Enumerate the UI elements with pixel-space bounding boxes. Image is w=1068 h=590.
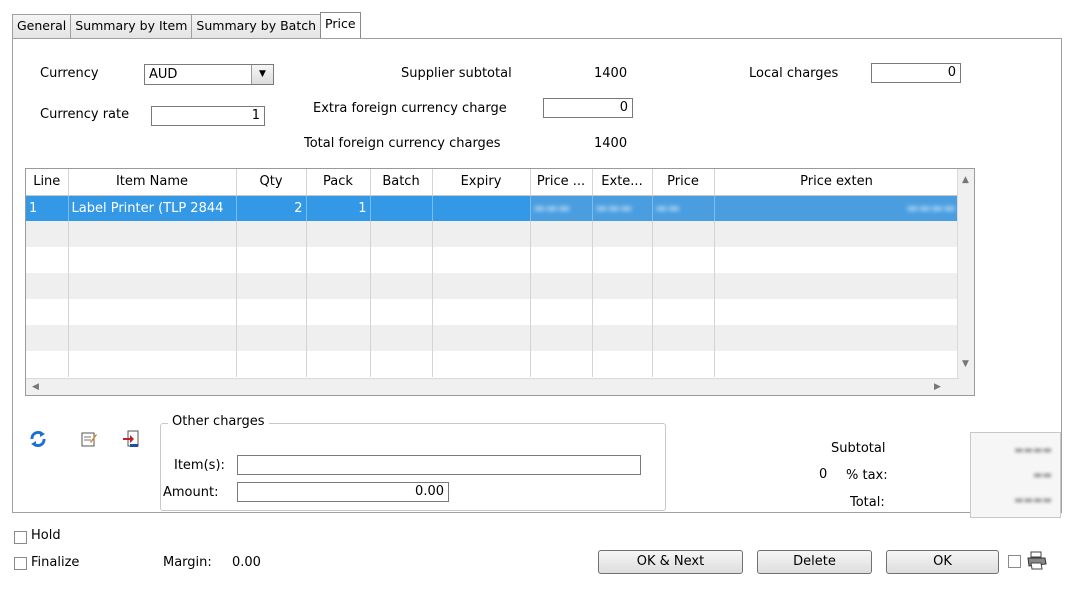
lines-table: Line Item Name Qty Pack Batch Expiry Pri…: [26, 169, 960, 377]
cell-line: 1: [26, 195, 69, 221]
cell-pack: 1: [306, 195, 371, 221]
cell-item-name: Label Printer (TLP 2844: [68, 195, 237, 221]
cell-price-redacted: ▬▬: [652, 195, 715, 221]
margin-value: 0.00: [232, 555, 261, 570]
cell-price-foreign-redacted: ▬▬▬: [530, 195, 593, 221]
supplier-subtotal-value: 1400: [594, 66, 628, 81]
tax-label: % tax:: [846, 468, 888, 483]
extra-charge-field[interactable]: 0: [543, 98, 633, 118]
cell-extension-foreign-redacted: ▬▬▬: [592, 195, 653, 221]
refresh-icon[interactable]: [27, 428, 49, 454]
total-label: Total:: [850, 495, 885, 510]
tab-summary-by-batch[interactable]: Summary by Batch: [191, 14, 322, 38]
tab-price[interactable]: Price: [320, 12, 361, 38]
table-row[interactable]: 1 Label Printer (TLP 2844 2 1 ▬▬▬ ▬▬▬ ▬▬…: [26, 195, 960, 221]
col-pack[interactable]: Pack: [306, 169, 371, 196]
cell-qty: 2: [236, 195, 307, 221]
items-label: Item(s):: [174, 458, 225, 473]
subtotal-label: Subtotal: [831, 441, 886, 456]
table-row[interactable]: [26, 299, 960, 325]
col-price-extension[interactable]: Price exten: [714, 169, 960, 196]
cell-price-extension-redacted: ▬▬▬▬: [714, 195, 960, 221]
tab-summary-by-item[interactable]: Summary by Item: [70, 14, 193, 38]
col-item-name[interactable]: Item Name: [68, 169, 237, 196]
col-price-foreign[interactable]: Price ...: [530, 169, 593, 196]
table-row[interactable]: [26, 221, 960, 247]
export-icon[interactable]: [121, 429, 141, 453]
ok-button[interactable]: OK: [886, 550, 999, 574]
scroll-left-icon[interactable]: ◀: [32, 382, 39, 392]
table-row[interactable]: [26, 273, 960, 299]
scroll-right-icon[interactable]: ▶: [934, 382, 941, 392]
ok-next-button[interactable]: OK & Next: [598, 550, 743, 574]
tax-percent-value: 0: [819, 467, 828, 482]
cell-expiry: [432, 195, 531, 221]
grid-header-row: Line Item Name Qty Pack Batch Expiry Pri…: [26, 169, 960, 196]
tab-bar: General Summary by Item Summary by Batch…: [12, 12, 361, 38]
chevron-down-icon[interactable]: ▼: [251, 65, 273, 84]
table-row[interactable]: [26, 351, 960, 377]
currency-rate-label: Currency rate: [40, 107, 130, 122]
local-charges-field[interactable]: 0: [871, 63, 961, 83]
currency-select[interactable]: AUD ▼: [144, 64, 274, 85]
vertical-scrollbar[interactable]: ▲ ▼: [957, 169, 974, 395]
finalize-label: Finalize: [31, 555, 80, 570]
hold-checkbox[interactable]: [14, 531, 27, 544]
currency-label: Currency: [40, 66, 99, 81]
scroll-down-icon[interactable]: ▼: [962, 359, 969, 369]
hold-label: Hold: [31, 528, 61, 543]
total-foreign-label: Total foreign currency charges: [304, 136, 501, 151]
supplier-subtotal-label: Supplier subtotal: [401, 66, 512, 81]
printer-icon[interactable]: [1026, 550, 1048, 574]
currency-rate-field[interactable]: 1: [151, 106, 265, 126]
col-line[interactable]: Line: [26, 169, 69, 196]
col-expiry[interactable]: Expiry: [432, 169, 531, 196]
col-batch[interactable]: Batch: [370, 169, 433, 196]
table-row[interactable]: [26, 247, 960, 273]
amount-label: Amount:: [163, 485, 219, 500]
other-charges-title: Other charges: [168, 414, 269, 429]
currency-value: AUD: [149, 67, 178, 82]
col-extension-foreign[interactable]: Exte...: [592, 169, 653, 196]
tab-general[interactable]: General: [12, 14, 72, 38]
items-field[interactable]: [237, 455, 641, 475]
totals-redacted-box: ▬▬▬▬ ▬▬ ▬▬▬▬: [970, 432, 1061, 518]
cell-batch: [370, 195, 433, 221]
col-price[interactable]: Price: [652, 169, 715, 196]
horizontal-scrollbar[interactable]: ◀ ▶: [26, 378, 959, 395]
price-lines-grid: Line Item Name Qty Pack Batch Expiry Pri…: [25, 168, 975, 396]
table-row[interactable]: [26, 325, 960, 351]
total-foreign-value: 1400: [594, 136, 628, 151]
print-checkbox[interactable]: [1008, 555, 1021, 568]
margin-label: Margin:: [163, 555, 212, 570]
edit-note-icon[interactable]: [80, 430, 98, 452]
delete-button[interactable]: Delete: [757, 550, 872, 574]
local-charges-label: Local charges: [749, 66, 839, 81]
col-qty[interactable]: Qty: [236, 169, 307, 196]
finalize-checkbox[interactable]: [14, 557, 27, 570]
amount-field[interactable]: 0.00: [237, 482, 449, 502]
extra-charge-label: Extra foreign currency charge: [313, 101, 507, 116]
scroll-up-icon[interactable]: ▲: [962, 175, 969, 185]
